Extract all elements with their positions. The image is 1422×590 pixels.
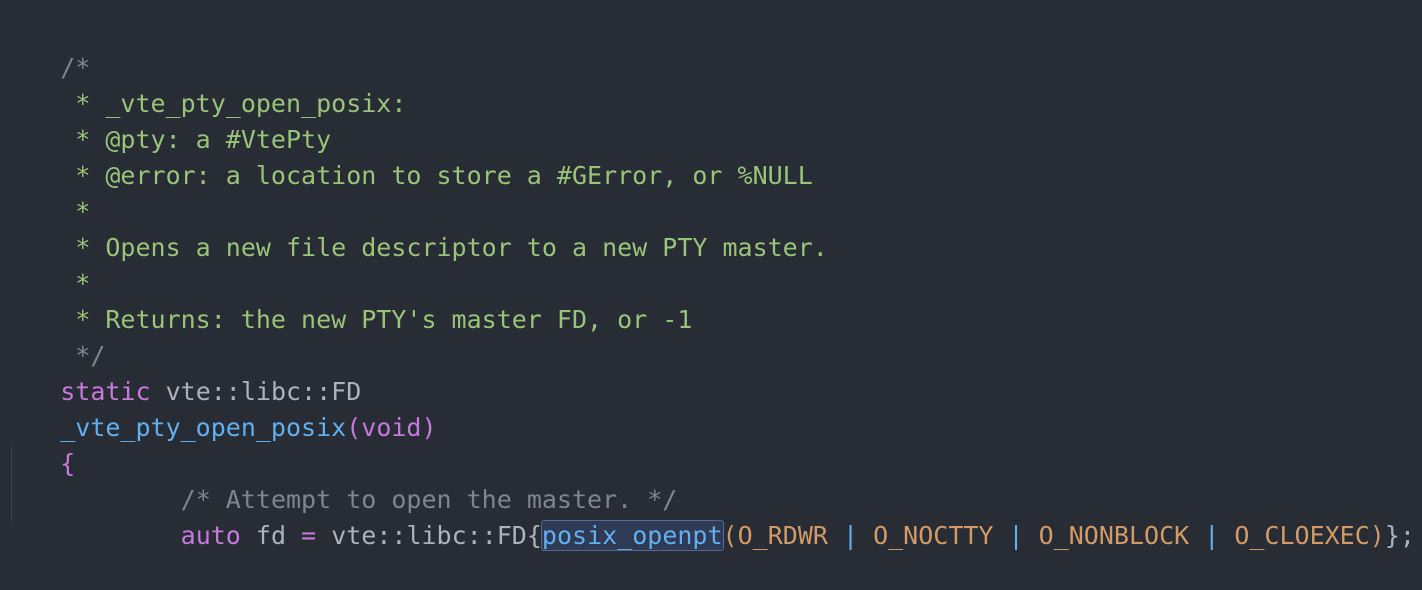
code-line-6[interactable]: * Opens a new file descriptor to a new P…: [0, 194, 828, 262]
paren-close: ): [421, 413, 437, 442]
code-line-14[interactable]: auto fd = vte::libc::FD{posix_openpt(O_R…: [0, 482, 1415, 551]
code-line-13[interactable]: /* Attempt to open the master. */: [0, 446, 678, 514]
constant-flag: O_NONBLOCK: [1038, 521, 1190, 550]
doc-comment-text: * Returns: the new PTY's master FD, or -…: [60, 305, 693, 334]
brace-init-open: {: [526, 521, 542, 550]
code-line-10[interactable]: static vte::libc::FD: [0, 338, 361, 406]
code-line-5[interactable]: *: [0, 158, 90, 226]
paren-close: ): [1369, 521, 1385, 550]
code-editor[interactable]: /* * _vte_pty_open_posix: * @pty: a #Vte…: [0, 0, 1422, 551]
doc-comment-text: * Opens a new file descriptor to a new P…: [60, 233, 828, 262]
namespace-type: vte::libc::FD: [316, 521, 527, 550]
brace-init-close: }: [1384, 521, 1400, 550]
code-line-9[interactable]: */: [0, 302, 105, 370]
doc-comment-text: * @error: a location to store a #GError,…: [60, 161, 813, 190]
constant-flag: O_RDWR: [737, 521, 828, 550]
constant-flag: O_NOCTTY: [873, 521, 994, 550]
semicolon: ;: [1399, 521, 1415, 550]
code-line-4[interactable]: * @error: a location to store a #GError,…: [0, 122, 813, 190]
variable-fd: fd: [240, 521, 302, 550]
constant-flag: O_CLOEXEC: [1234, 521, 1370, 550]
code-line-12[interactable]: {: [0, 410, 75, 478]
code-line-7[interactable]: *: [0, 230, 90, 298]
operator-assign: =: [301, 521, 317, 550]
paren-open: (: [722, 521, 738, 550]
code-line-1[interactable]: /*: [0, 14, 90, 82]
keyword-auto: auto: [180, 521, 241, 550]
code-line-3[interactable]: * @pty: a #VtePty: [0, 86, 331, 154]
function-name: _vte_pty_open_posix: [60, 413, 347, 442]
function-call-highlighted[interactable]: posix_openpt: [540, 520, 724, 551]
code-line-11[interactable]: _vte_pty_open_posix(void): [0, 374, 436, 442]
code-line-2[interactable]: * _vte_pty_open_posix:: [0, 50, 406, 118]
paren-open: (: [346, 413, 362, 442]
code-line-8[interactable]: * Returns: the new PTY's master FD, or -…: [0, 266, 692, 334]
operator-bitor: |: [1189, 521, 1235, 550]
param-void: void: [361, 413, 422, 442]
operator-bitor: |: [827, 521, 874, 550]
operator-bitor: |: [993, 521, 1039, 550]
